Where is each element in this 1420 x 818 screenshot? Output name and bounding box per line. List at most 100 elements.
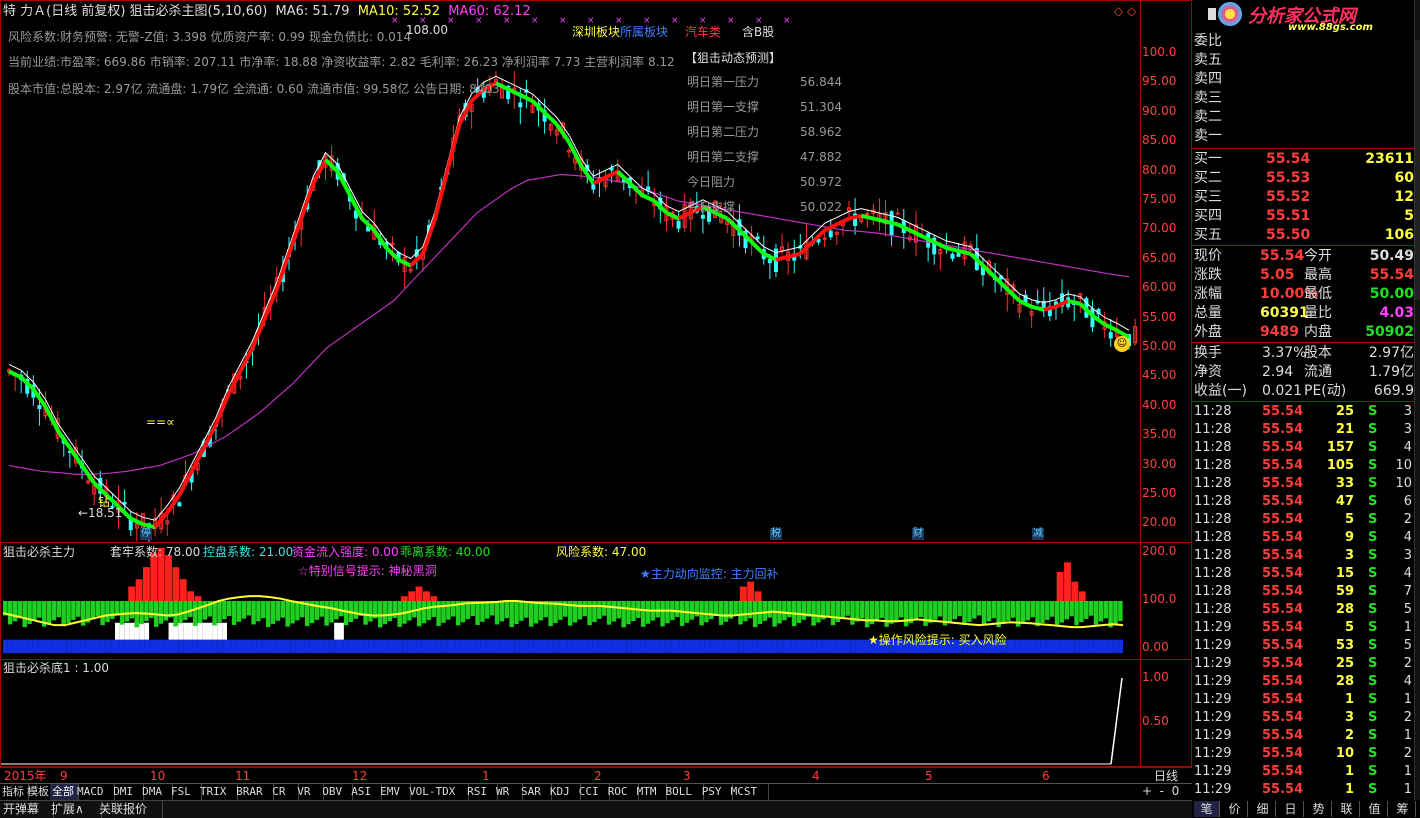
stock-code-box[interactable]: [1208, 8, 1216, 20]
green-bar: [709, 601, 714, 620]
tick-time: 11:29: [1194, 656, 1232, 671]
event-marker[interactable]: 停: [140, 528, 152, 540]
tick-row[interactable]: 11:28 55.54 157 S 4: [1192, 439, 1414, 457]
indicator-tab[interactable]: BRAR: [234, 784, 275, 800]
window-controls[interactable]: ◇ ◇: [1114, 4, 1136, 18]
blue-bar: [188, 639, 193, 654]
green-bar: [548, 601, 553, 627]
indicator1-name[interactable]: 狙击必杀主力: [3, 544, 75, 560]
tick-row[interactable]: 11:28 55.54 15 S 4: [1192, 565, 1414, 583]
blue-bar: [66, 639, 72, 654]
indicator-tab[interactable]: MCST: [729, 784, 769, 800]
tick-row[interactable]: 11:28 55.54 28 S 5: [1192, 601, 1414, 619]
indicator-tab[interactable]: MACD: [75, 784, 116, 800]
quote-tab[interactable]: 联: [1334, 801, 1360, 817]
tick-time: 11:28: [1194, 404, 1232, 419]
indicator-tab[interactable]: VOL-TDX: [407, 784, 470, 800]
board-sector[interactable]: 所属板块: [620, 24, 668, 40]
tick-row[interactable]: 11:28 55.54 5 S 2: [1192, 511, 1414, 529]
tick-row[interactable]: 11:28 55.54 105 S 10: [1192, 457, 1414, 475]
indicator2-chart[interactable]: [1, 660, 1141, 766]
period-label[interactable]: 日线: [1154, 768, 1178, 784]
event-marker[interactable]: 税: [770, 528, 782, 540]
event-marker[interactable]: 减: [1032, 528, 1044, 540]
blue-bar: [407, 639, 413, 654]
green-bar: [981, 601, 987, 625]
tick-volume: 3: [1344, 548, 1354, 563]
blue-bar: [348, 639, 354, 654]
tick-row[interactable]: 11:28 55.54 25 S 3: [1192, 403, 1414, 421]
tick-row[interactable]: 11:29 55.54 3 S 2: [1192, 709, 1414, 727]
diamond-signal-label: 钻: [98, 495, 111, 509]
tick-price: 55.54: [1262, 764, 1304, 779]
green-bar: [577, 601, 583, 620]
indicator-tab[interactable]: BOLL: [664, 784, 704, 800]
blue-bar: [71, 639, 77, 654]
tick-row[interactable]: 11:29 55.54 1 S 1: [1192, 763, 1414, 781]
tick-row[interactable]: 11:29 55.54 53 S 5: [1192, 637, 1414, 655]
quote-tab[interactable]: 日: [1278, 801, 1304, 817]
red-bar: [423, 591, 430, 601]
candle-body: [865, 212, 870, 215]
blue-bar: [27, 639, 33, 654]
blue-bar: [382, 639, 388, 654]
trend-line: [823, 222, 838, 233]
blue-bar: [1049, 639, 1055, 654]
xaxis-label: 2015年: [4, 769, 47, 783]
tick-row[interactable]: 11:29 55.54 28 S 4: [1192, 673, 1414, 691]
tick-row[interactable]: 11:29 55.54 5 S 1: [1192, 619, 1414, 637]
tick-row[interactable]: 11:29 55.54 2 S 1: [1192, 727, 1414, 745]
tick-row[interactable]: 11:29 55.54 1 S 1: [1192, 691, 1414, 709]
green-bar: [426, 601, 432, 621]
footer-tab[interactable]: 扩展∧: [48, 801, 102, 818]
indicator-tab[interactable]: TRIX: [198, 784, 239, 800]
board-bshare[interactable]: 含B股: [742, 24, 774, 40]
indicator2-panel[interactable]: [0, 659, 1192, 767]
yaxis-tick: 80.00: [1142, 162, 1177, 177]
board-shenzhen[interactable]: 深圳板块: [572, 24, 620, 40]
tick-row[interactable]: 11:28 55.54 47 S 6: [1192, 493, 1414, 511]
blue-bar: [855, 639, 861, 654]
tick-row[interactable]: 11:29 55.54 1 S 1: [1192, 781, 1414, 799]
tick-row[interactable]: 11:28 55.54 59 S 7: [1192, 583, 1414, 601]
tick-row[interactable]: 11:28 55.54 33 S 10: [1192, 475, 1414, 493]
red-bar: [179, 579, 187, 601]
tick-count: 4: [1403, 674, 1412, 689]
blue-bar: [480, 639, 486, 654]
blue-bar: [791, 639, 797, 654]
blue-bar: [436, 639, 442, 654]
tick-row[interactable]: 11:29 55.54 25 S 2: [1192, 655, 1414, 673]
tick-count: 4: [1403, 530, 1412, 545]
blue-bar: [217, 639, 223, 654]
footer-tab[interactable]: 开弹幕: [0, 801, 54, 818]
quote-tab[interactable]: 笔: [1194, 801, 1220, 817]
blue-bar: [1054, 639, 1060, 654]
board-auto[interactable]: 汽车类: [685, 24, 721, 40]
blue-bar: [606, 639, 612, 654]
quote-tab[interactable]: 细: [1250, 801, 1276, 817]
tick-row[interactable]: 11:28 55.54 9 S 4: [1192, 529, 1414, 547]
blue-bar: [192, 639, 198, 654]
blue-bar: [675, 639, 680, 654]
indicator2-name[interactable]: 狙击必杀底1 : 1.00: [3, 660, 109, 676]
tick-row[interactable]: 11:28 55.54 3 S 3: [1192, 547, 1414, 565]
quote-scrollbar[interactable]: [1414, 0, 1420, 800]
blue-bar: [392, 639, 398, 654]
bid-label: 买三: [1194, 189, 1222, 205]
quote-tab[interactable]: 筹: [1390, 801, 1416, 817]
quote-tab[interactable]: 价: [1222, 801, 1248, 817]
green-bar: [597, 601, 602, 619]
tick-row[interactable]: 11:29 55.54 10 S 2: [1192, 745, 1414, 763]
tick-row[interactable]: 11:28 55.54 21 S 3: [1192, 421, 1414, 439]
bid-label: 买四: [1194, 208, 1222, 224]
zoom-controls[interactable]: + - 0: [1142, 784, 1179, 798]
quote-tab[interactable]: 值: [1362, 801, 1388, 817]
quote-tab[interactable]: 势: [1306, 801, 1332, 817]
event-marker[interactable]: 财: [912, 528, 924, 540]
blue-bar: [358, 639, 364, 654]
tick-count: 3: [1403, 422, 1412, 437]
green-bar: [134, 601, 139, 628]
footer-tab[interactable]: 关联报价: [96, 801, 163, 818]
candle-body: [950, 253, 955, 259]
trend-line: [750, 240, 766, 256]
